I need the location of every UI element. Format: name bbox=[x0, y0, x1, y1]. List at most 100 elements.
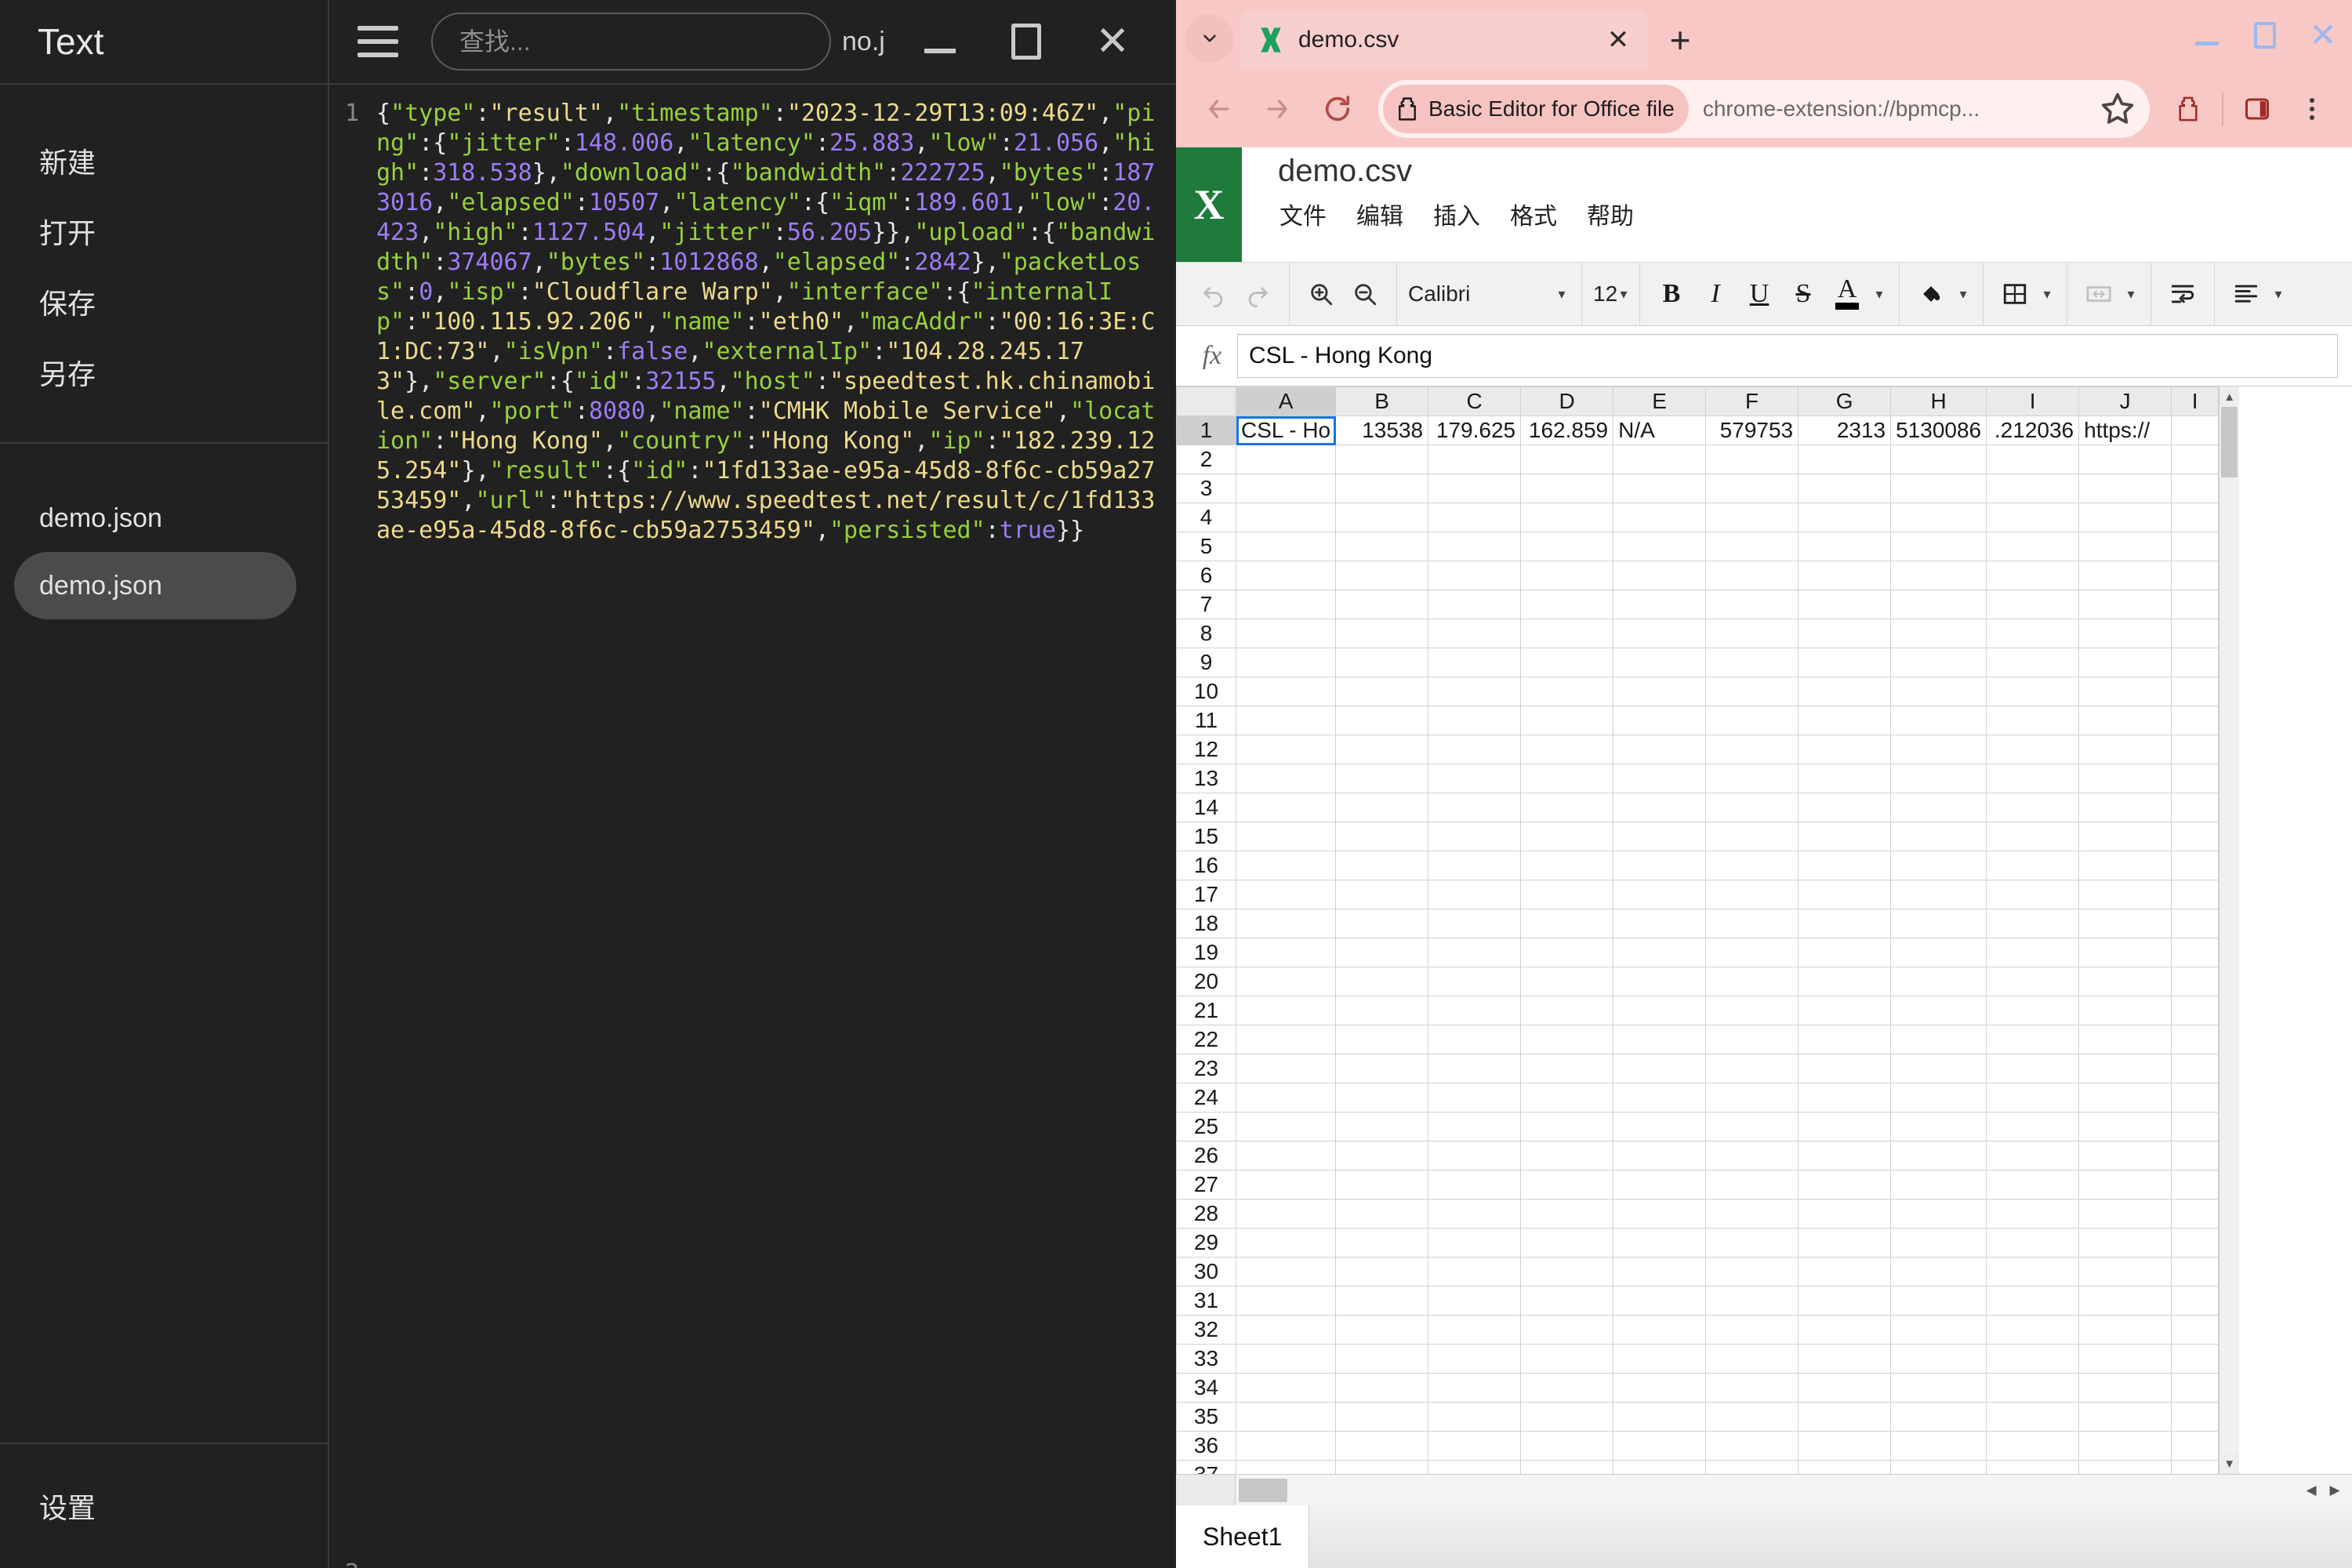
cell-C4[interactable] bbox=[1428, 503, 1522, 532]
cell-A27[interactable] bbox=[1235, 1170, 1337, 1200]
cell-C26[interactable] bbox=[1428, 1141, 1522, 1171]
cell-J31[interactable] bbox=[2078, 1286, 2172, 1316]
cell-H27[interactable] bbox=[1890, 1170, 1987, 1200]
column-header-h-7[interactable]: H bbox=[1890, 387, 1987, 416]
row-header-18[interactable]: 18 bbox=[1176, 909, 1236, 938]
cell-C18[interactable] bbox=[1428, 909, 1522, 938]
cell-A10[interactable] bbox=[1235, 677, 1337, 706]
cell-I8[interactable] bbox=[2171, 619, 2220, 648]
cell-F3[interactable] bbox=[1705, 474, 1799, 503]
cell-D2[interactable] bbox=[1520, 445, 1614, 474]
cell-J27[interactable] bbox=[2078, 1170, 2172, 1200]
cell-A28[interactable] bbox=[1235, 1199, 1337, 1229]
column-header-d-3[interactable]: D bbox=[1520, 387, 1614, 416]
side-panel-icon[interactable] bbox=[2230, 82, 2285, 136]
vertical-scroll-track[interactable] bbox=[2220, 407, 2239, 1454]
chevron-down-icon[interactable]: ▾ bbox=[1953, 270, 1973, 318]
cell-I27[interactable] bbox=[1986, 1170, 2080, 1200]
cell-F19[interactable] bbox=[1705, 938, 1799, 967]
column-header-g-6[interactable]: G bbox=[1798, 387, 1892, 416]
cell-H35[interactable] bbox=[1890, 1402, 1987, 1432]
cell-D34[interactable] bbox=[1520, 1373, 1614, 1403]
cell-D17[interactable] bbox=[1520, 880, 1614, 909]
maximize-icon[interactable] bbox=[983, 0, 1069, 84]
cell-E33[interactable] bbox=[1613, 1344, 1707, 1374]
cell-B5[interactable] bbox=[1335, 532, 1429, 561]
cell-I9[interactable] bbox=[2171, 648, 2220, 677]
cell-E35[interactable] bbox=[1613, 1402, 1707, 1432]
cell-I33[interactable] bbox=[2171, 1344, 2220, 1374]
cell-C29[interactable] bbox=[1428, 1228, 1522, 1258]
cell-B26[interactable] bbox=[1335, 1141, 1429, 1171]
cell-D29[interactable] bbox=[1520, 1228, 1614, 1258]
row-header-29[interactable]: 29 bbox=[1176, 1228, 1236, 1258]
cell-G34[interactable] bbox=[1798, 1373, 1892, 1403]
settings-button[interactable]: 设置 bbox=[0, 1486, 96, 1526]
cell-I37[interactable] bbox=[1986, 1460, 2080, 1474]
cell-I35[interactable] bbox=[2171, 1402, 2220, 1432]
cell-B10[interactable] bbox=[1335, 677, 1429, 706]
cell-F2[interactable] bbox=[1705, 445, 1799, 474]
url-text[interactable]: chrome-extension://bpmcp... bbox=[1703, 96, 2098, 122]
cell-G9[interactable] bbox=[1798, 648, 1892, 677]
cell-E24[interactable] bbox=[1613, 1083, 1707, 1112]
strikethrough-button[interactable]: S bbox=[1781, 270, 1825, 318]
row-header-15[interactable]: 15 bbox=[1176, 822, 1236, 851]
cell-I4[interactable] bbox=[1986, 503, 2080, 532]
cell-F35[interactable] bbox=[1705, 1402, 1799, 1432]
merge-cells-icon[interactable] bbox=[2077, 270, 2121, 318]
cell-G21[interactable] bbox=[1798, 996, 1892, 1025]
cell-D23[interactable] bbox=[1520, 1054, 1614, 1083]
column-header-f-5[interactable]: F bbox=[1705, 387, 1799, 416]
row-header-23[interactable]: 23 bbox=[1176, 1054, 1236, 1083]
cell-B21[interactable] bbox=[1335, 996, 1429, 1025]
cell-E21[interactable] bbox=[1613, 996, 1707, 1025]
cell-B32[interactable] bbox=[1335, 1315, 1429, 1345]
row-header-12[interactable]: 12 bbox=[1176, 735, 1236, 764]
cell-E10[interactable] bbox=[1613, 677, 1707, 706]
scroll-down-button[interactable]: ▼ bbox=[2220, 1454, 2240, 1474]
cell-D28[interactable] bbox=[1520, 1199, 1614, 1229]
cell-E11[interactable] bbox=[1613, 706, 1707, 735]
row-header-20[interactable]: 20 bbox=[1176, 967, 1236, 996]
cell-F34[interactable] bbox=[1705, 1373, 1799, 1403]
cell-C5[interactable] bbox=[1428, 532, 1522, 561]
cell-H29[interactable] bbox=[1890, 1228, 1987, 1258]
cell-C23[interactable] bbox=[1428, 1054, 1522, 1083]
cell-H23[interactable] bbox=[1890, 1054, 1987, 1083]
row-header-34[interactable]: 34 bbox=[1176, 1373, 1236, 1403]
cell-F25[interactable] bbox=[1705, 1112, 1799, 1142]
extensions-icon[interactable] bbox=[2161, 82, 2216, 136]
cell-H7[interactable] bbox=[1890, 590, 1987, 619]
cell-G4[interactable] bbox=[1798, 503, 1892, 532]
cell-H30[interactable] bbox=[1890, 1257, 1987, 1287]
cell-C21[interactable] bbox=[1428, 996, 1522, 1025]
cell-E5[interactable] bbox=[1613, 532, 1707, 561]
cell-B34[interactable] bbox=[1335, 1373, 1429, 1403]
row-header-9[interactable]: 9 bbox=[1176, 648, 1236, 677]
cell-E23[interactable] bbox=[1613, 1054, 1707, 1083]
cell-H1[interactable]: 5130086 bbox=[1890, 416, 1987, 445]
redo-icon[interactable] bbox=[1236, 270, 1279, 318]
cell-F13[interactable] bbox=[1705, 764, 1799, 793]
cell-G2[interactable] bbox=[1798, 445, 1892, 474]
cell-C15[interactable] bbox=[1428, 822, 1522, 851]
cell-D30[interactable] bbox=[1520, 1257, 1614, 1287]
chevron-down-icon[interactable]: ▾ bbox=[2037, 270, 2057, 318]
cell-C25[interactable] bbox=[1428, 1112, 1522, 1142]
cell-C20[interactable] bbox=[1428, 967, 1522, 996]
cell-J35[interactable] bbox=[2078, 1402, 2172, 1432]
row-header-25[interactable]: 25 bbox=[1176, 1112, 1236, 1142]
cell-I37[interactable] bbox=[2171, 1460, 2220, 1474]
cell-I23[interactable] bbox=[2171, 1054, 2220, 1083]
cell-I13[interactable] bbox=[1986, 764, 2080, 793]
cell-C19[interactable] bbox=[1428, 938, 1522, 967]
wrap-text-icon[interactable] bbox=[2161, 270, 2205, 318]
menu-edit[interactable]: 编辑 bbox=[1355, 194, 1405, 234]
cell-J1[interactable]: https:// bbox=[2078, 416, 2172, 445]
cell-H17[interactable] bbox=[1890, 880, 1987, 909]
cell-D35[interactable] bbox=[1520, 1402, 1614, 1432]
cell-I14[interactable] bbox=[2171, 793, 2220, 822]
cell-I20[interactable] bbox=[1986, 967, 2080, 996]
cell-H28[interactable] bbox=[1890, 1199, 1987, 1229]
